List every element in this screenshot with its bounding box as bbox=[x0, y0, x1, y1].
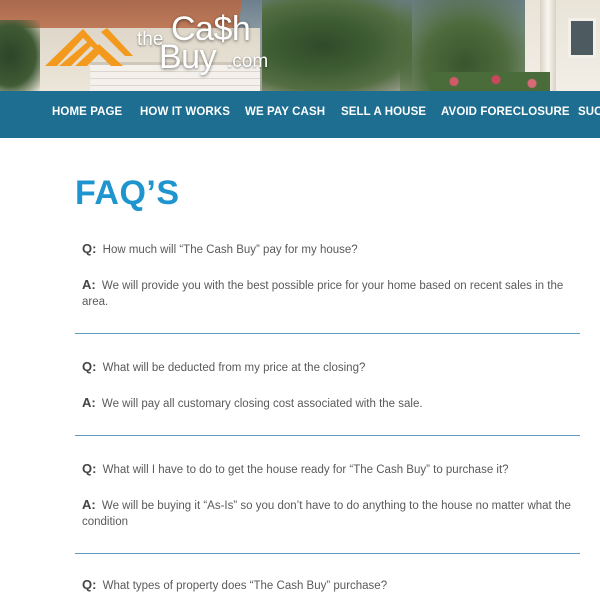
answer-label: A: bbox=[82, 395, 96, 410]
logo-buy-text: Buy bbox=[159, 38, 217, 76]
site-logo[interactable]: the Ca$h Buy .com bbox=[45, 10, 285, 80]
nav-home-page[interactable]: HOME PAGE bbox=[52, 106, 122, 118]
faq-divider bbox=[75, 333, 580, 334]
faq-question: Q: What will be deducted from my price a… bbox=[82, 358, 572, 377]
faq-divider bbox=[75, 553, 580, 554]
question-text: What will be deducted from my price at t… bbox=[102, 362, 366, 374]
main-navigation: HOME PAGE HOW IT WORKS WE PAY CASH SELL … bbox=[0, 91, 600, 138]
faq-divider bbox=[75, 435, 580, 436]
nav-sell-a-house[interactable]: SELL A HOUSE bbox=[341, 106, 426, 118]
roof-logo-icon bbox=[45, 28, 133, 66]
faq-answer-continued: area. bbox=[82, 296, 109, 308]
shrub bbox=[0, 20, 40, 91]
house-window bbox=[568, 18, 596, 58]
faq-answer-continued: condition bbox=[82, 516, 129, 528]
nav-how-it-works[interactable]: HOW IT WORKS bbox=[140, 106, 230, 118]
question-label: Q: bbox=[82, 577, 97, 592]
header-hero-image: the Ca$h Buy .com bbox=[0, 0, 600, 91]
logo-com-text: .com bbox=[227, 51, 269, 72]
nav-success[interactable]: SUC bbox=[578, 106, 600, 118]
answer-text: We will provide you with the best possib… bbox=[101, 280, 564, 292]
question-label: Q: bbox=[82, 461, 97, 476]
answer-text: We will pay all customary closing cost a… bbox=[101, 398, 423, 410]
question-text: What types of property does “The Cash Bu… bbox=[102, 580, 388, 592]
answer-label: A: bbox=[82, 497, 96, 512]
question-label: Q: bbox=[82, 359, 97, 374]
question-text: How much will “The Cash Buy” pay for my … bbox=[102, 244, 358, 256]
faq-answer: A: We will be buying it “As-Is” so you d… bbox=[82, 496, 572, 515]
faq-question: Q: What types of property does “The Cash… bbox=[82, 576, 572, 595]
question-text: What will I have to do to get the house … bbox=[102, 464, 509, 476]
nav-avoid-foreclosure[interactable]: AVOID FORECLOSURE bbox=[441, 106, 570, 118]
flower-bed bbox=[430, 72, 550, 91]
answer-text: We will be buying it “As-Is” so you don’… bbox=[101, 500, 571, 512]
faq-answer: A: We will pay all customary closing cos… bbox=[82, 394, 572, 413]
faq-answer: A: We will provide you with the best pos… bbox=[82, 276, 572, 295]
answer-label: A: bbox=[82, 277, 96, 292]
faq-question: Q: What will I have to do to get the hou… bbox=[82, 460, 572, 479]
page-title: FAQ’S bbox=[75, 174, 180, 212]
question-label: Q: bbox=[82, 241, 97, 256]
nav-we-pay-cash[interactable]: WE PAY CASH bbox=[245, 106, 325, 118]
faq-question: Q: How much will “The Cash Buy” pay for … bbox=[82, 240, 572, 259]
